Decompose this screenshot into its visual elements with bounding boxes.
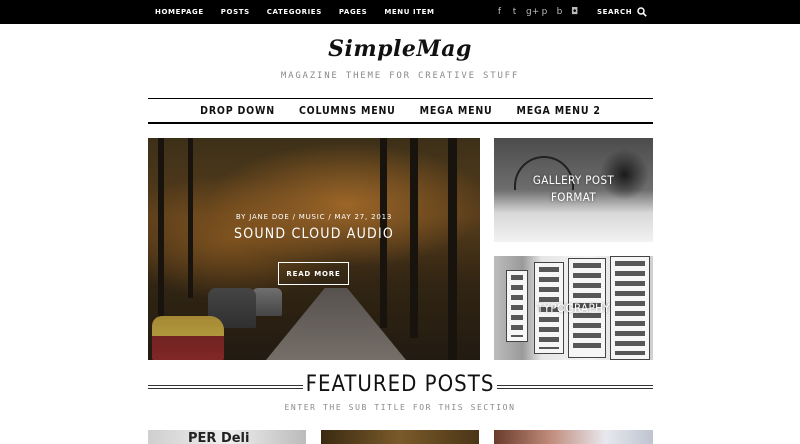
- top-bar: HOMEPAGE POSTS CATEGORIES PAGES MENU ITE…: [0, 0, 800, 24]
- menu-bottom-rule: [148, 122, 653, 124]
- top-nav-menu-item[interactable]: MENU ITEM: [384, 8, 434, 16]
- side-post-gallery[interactable]: GALLERY POST FORMAT: [494, 138, 653, 242]
- facebook-icon[interactable]: f: [496, 7, 503, 17]
- site-logo[interactable]: SimpleMag: [0, 36, 800, 62]
- site-tagline: MAGAZINE THEME FOR CREATIVE STUFF: [280, 71, 520, 81]
- google-plus-icon[interactable]: g+: [526, 7, 539, 17]
- hero-post-title[interactable]: SOUND CLOUD AUDIO: [148, 226, 480, 242]
- side-post-title[interactable]: GALLERY POST FORMAT: [494, 172, 653, 206]
- main-navigation: DROP DOWN COLUMNS MENU MEGA MENU MEGA ME…: [148, 100, 653, 121]
- main-nav-mega-menu-2[interactable]: MEGA MENU 2: [517, 105, 601, 117]
- top-nav-pages[interactable]: PAGES: [339, 8, 367, 16]
- featured-post-thumbnail[interactable]: PER Deli: [148, 430, 306, 444]
- side-post-typography[interactable]: TYPOGRAPHY: [494, 256, 653, 360]
- top-nav-homepage[interactable]: HOMEPAGE: [155, 8, 204, 16]
- top-nav-posts[interactable]: POSTS: [221, 8, 250, 16]
- instagram-icon[interactable]: ◘: [571, 7, 578, 17]
- side-post-title-line: GALLERY POST: [532, 173, 615, 187]
- hero-post[interactable]: BY JANE DOE / MUSIC / MAY 27, 2013 SOUND…: [148, 138, 480, 360]
- pinterest-icon[interactable]: p: [541, 7, 548, 17]
- hero-post-meta: BY JANE DOE / MUSIC / MAY 27, 2013: [235, 213, 393, 221]
- menu-top-rule: [148, 98, 653, 99]
- search-icon[interactable]: [637, 7, 647, 17]
- behance-icon[interactable]: b: [556, 7, 563, 17]
- featured-post-thumbnail[interactable]: [321, 430, 479, 444]
- side-post-title[interactable]: TYPOGRAPHY: [494, 300, 653, 317]
- top-nav-categories[interactable]: CATEGORIES: [267, 8, 322, 16]
- top-navigation: HOMEPAGE POSTS CATEGORIES PAGES MENU ITE…: [155, 0, 452, 24]
- featured-post-thumbnail[interactable]: [494, 430, 653, 444]
- main-nav-mega-menu[interactable]: MEGA MENU: [420, 105, 493, 117]
- main-nav-drop-down[interactable]: DROP DOWN: [200, 105, 275, 117]
- twitter-icon[interactable]: t: [511, 7, 518, 17]
- side-post-title-line: FORMAT: [550, 190, 597, 204]
- main-nav-columns-menu[interactable]: COLUMNS MENU: [299, 105, 396, 117]
- social-links: f t g+ p b ◘: [496, 0, 586, 24]
- read-more-button[interactable]: READ MORE: [278, 262, 349, 285]
- hero-overlay: [148, 138, 480, 360]
- thumbnail-image-text: PER Deli: [188, 431, 250, 444]
- featured-section-title: FEATURED POSTS: [305, 372, 495, 397]
- featured-section-subtitle: ENTER THE SUB TITLE FOR THIS SECTION: [284, 403, 516, 412]
- search-label[interactable]: SEARCH: [597, 0, 632, 24]
